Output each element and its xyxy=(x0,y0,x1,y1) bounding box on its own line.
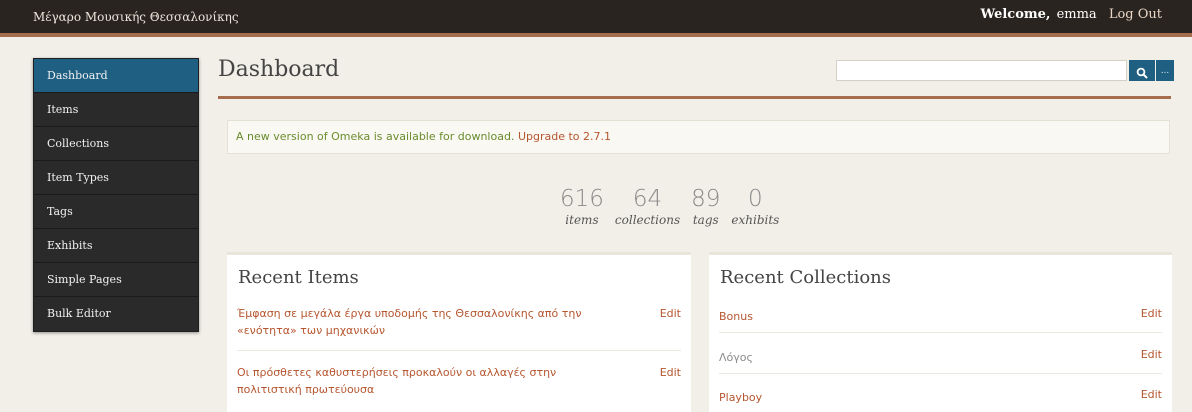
stat-label: items xyxy=(565,213,599,227)
stat-label: exhibits xyxy=(731,213,780,227)
sidebar-item-bulk-editor[interactable]: Bulk Editor xyxy=(34,297,198,331)
sidebar-item-items[interactable]: Items xyxy=(34,93,198,127)
sidebar-item-dashboard[interactable]: Dashboard xyxy=(34,59,198,93)
search-input[interactable] xyxy=(836,60,1127,81)
sidebar-item-collections[interactable]: Collections xyxy=(34,127,198,161)
edit-link[interactable]: Edit xyxy=(1141,346,1162,363)
sidebar-nav: Dashboard Items Collections Item Types T… xyxy=(33,58,199,332)
title-divider xyxy=(218,96,1171,99)
search-icon xyxy=(1136,67,1148,79)
edit-link[interactable]: Edit xyxy=(660,364,681,381)
stat-collections[interactable]: 64 collections xyxy=(615,186,680,228)
stat-value: 89 xyxy=(691,186,721,212)
recent-item-title[interactable]: Οι πρόσθετες καθυστερήσεις προκαλούν οι … xyxy=(237,364,597,398)
advanced-search-button[interactable]: ... xyxy=(1156,60,1174,81)
recent-collections-panel: Recent Collections Bonus Edit Λόγος Edit… xyxy=(709,252,1172,412)
sidebar-item-exhibits[interactable]: Exhibits xyxy=(34,229,198,263)
top-bar: Μέγαρο Μουσικής Θεσσαλονίκης Welcome, em… xyxy=(0,0,1192,37)
user-nav: Welcome, emma Log Out xyxy=(981,7,1162,22)
stat-items[interactable]: 616 items xyxy=(560,186,604,228)
welcome-text: Welcome, xyxy=(980,7,1051,22)
update-notice-text: A new version of Omeka is available for … xyxy=(236,130,515,143)
list-item: Bonus Edit xyxy=(719,305,1162,333)
username-link[interactable]: emma xyxy=(1057,7,1097,22)
recent-collection-title[interactable]: Playboy xyxy=(719,389,1079,406)
edit-link[interactable]: Edit xyxy=(1141,386,1162,403)
stat-value: 0 xyxy=(748,186,763,212)
edit-link[interactable]: Edit xyxy=(660,305,681,322)
stat-tags[interactable]: 89 tags xyxy=(691,186,720,228)
stat-label: collections xyxy=(614,213,681,227)
recent-collection-title[interactable]: Bonus xyxy=(719,308,1079,325)
site-title[interactable]: Μέγαρο Μουσικής Θεσσαλονίκης xyxy=(33,10,239,24)
stat-exhibits[interactable]: 0 exhibits xyxy=(731,186,779,228)
logout-link[interactable]: Log Out xyxy=(1109,7,1162,22)
recent-collections-heading: Recent Collections xyxy=(720,267,891,288)
recent-item-title[interactable]: Έμφαση σε μεγάλα έργα υποδομής της Θεσσα… xyxy=(237,305,597,339)
edit-link[interactable]: Edit xyxy=(1141,305,1162,322)
recent-items-panel: Recent Items Έμφαση σε μεγάλα έργα υποδο… xyxy=(227,252,691,412)
list-item: Playboy Edit xyxy=(719,386,1162,410)
stat-value: 64 xyxy=(632,186,663,212)
search-button[interactable] xyxy=(1129,60,1155,81)
update-notice: A new version of Omeka is available for … xyxy=(227,120,1170,154)
list-item: Λόγος Edit xyxy=(719,346,1162,374)
sidebar-item-item-types[interactable]: Item Types xyxy=(34,161,198,195)
stats-summary: 616 items 64 collections 89 tags 0 exhib… xyxy=(560,186,779,228)
sidebar-item-simple-pages[interactable]: Simple Pages xyxy=(34,263,198,297)
list-item: Έμφαση σε μεγάλα έργα υποδομής της Θεσσα… xyxy=(237,305,681,351)
stat-label: tags xyxy=(692,213,719,227)
recent-items-heading: Recent Items xyxy=(238,267,359,288)
sidebar-item-tags[interactable]: Tags xyxy=(34,195,198,229)
recent-collection-title[interactable]: Λόγος xyxy=(719,349,1079,366)
stat-value: 616 xyxy=(560,186,604,212)
page-title: Dashboard xyxy=(218,57,340,82)
list-item: Οι πρόσθετες καθυστερήσεις προκαλούν οι … xyxy=(237,364,681,410)
upgrade-link[interactable]: Upgrade to 2.7.1 xyxy=(518,130,611,143)
